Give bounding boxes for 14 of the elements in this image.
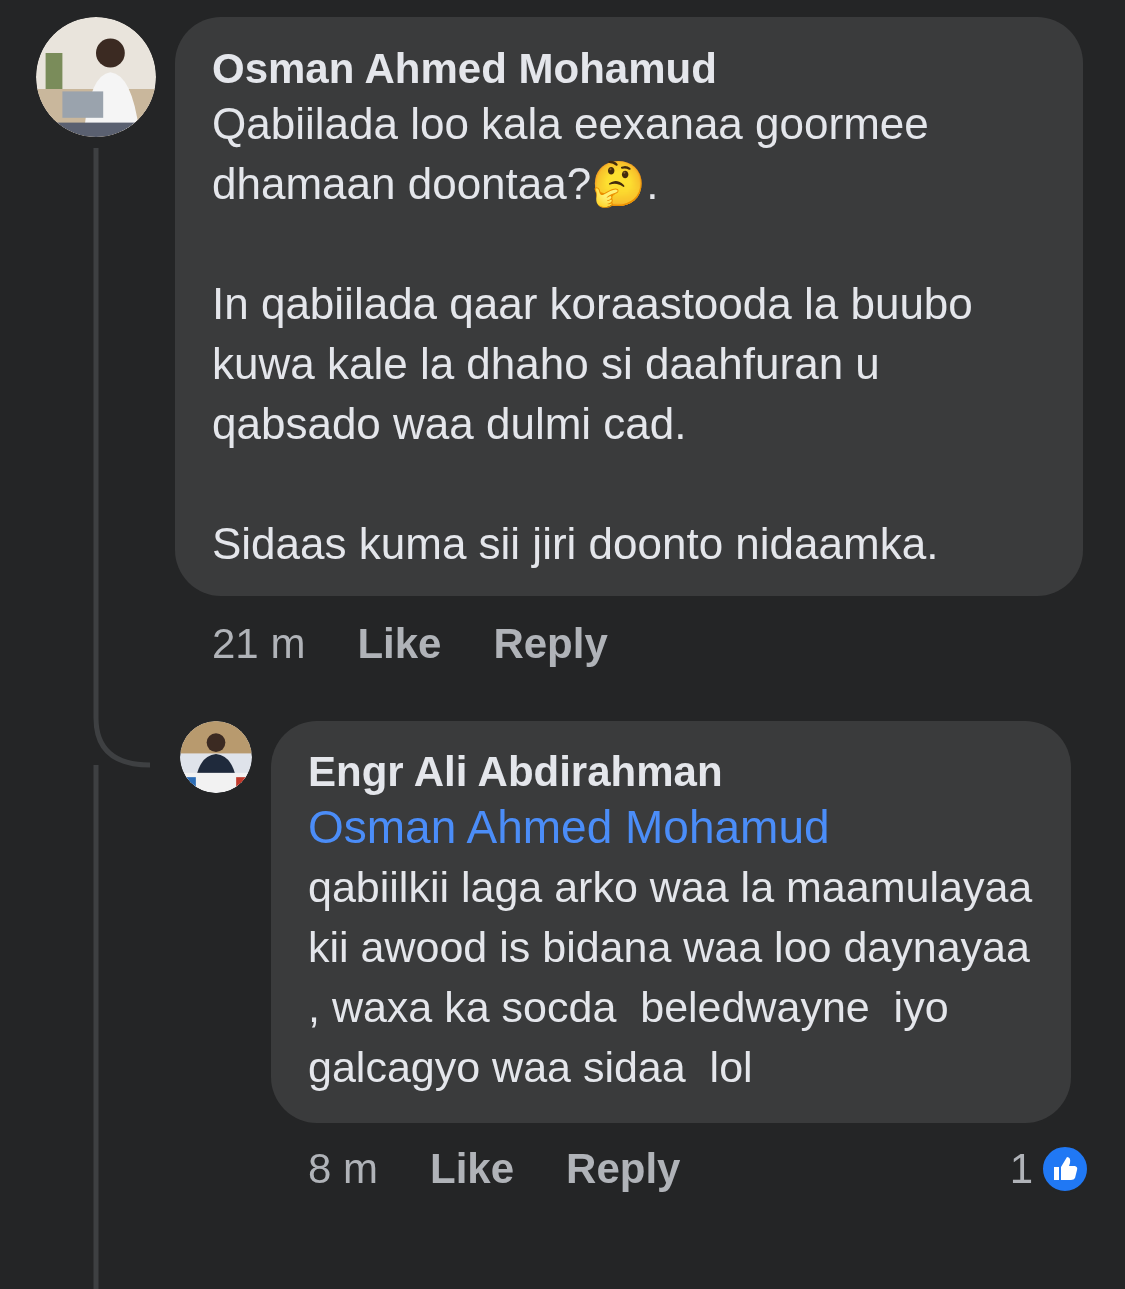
- like-button[interactable]: Like: [430, 1137, 515, 1200]
- comment-time: 21 m: [212, 619, 306, 669]
- comment-text: In qabiilada qaar koraastooda la buubo kuwa kale la dhaho si daahfuran u qabsado waa dulmi cad.: [212, 278, 974, 450]
- author-name[interactable]: Engr Ali Abdirahman: [308, 747, 1034, 797]
- comment-text: Qabiilada loo kala eexanaa goormee dhamaan doontaa?🤔.: [212, 98, 930, 210]
- author-name[interactable]: Osman Ahmed Mohamud: [212, 44, 1046, 94]
- like-button[interactable]: Like: [357, 612, 442, 675]
- reply-button[interactable]: Reply: [493, 612, 608, 675]
- comment-text: Sidaas kuma sii jiri doonto nidaamka.: [212, 518, 940, 570]
- comment-time: 8 m: [308, 1144, 378, 1194]
- reply-button[interactable]: Reply: [566, 1137, 681, 1200]
- comment-text: qabiilkii laga arko waa la maamulayaa kii awood is bidana waa loo daynayaa , waxa ka socda beledwayne iyo galcagyo waa sidaa lol: [308, 862, 1034, 1093]
- reaction-count: 1: [1009, 1144, 1033, 1194]
- like-reaction-icon: [1041, 1144, 1089, 1193]
